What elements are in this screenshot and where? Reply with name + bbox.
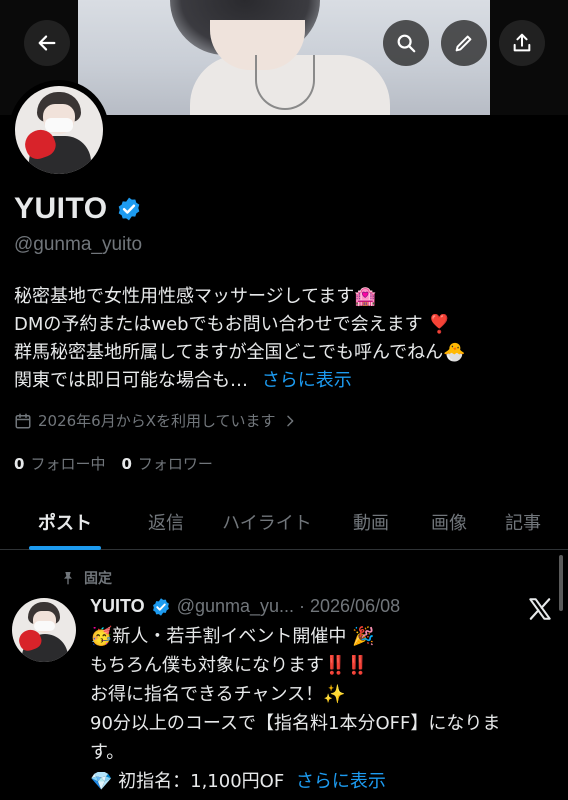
bio-line: 秘密基地で女性用性感マッサージしてます🏩 [14,286,377,307]
avatar [15,86,103,174]
post-show-more-link[interactable]: さらに表示 [296,771,386,792]
post-line: 🥳新人・若手割イベント開催中 🎉 [90,626,375,647]
post-text[interactable]: 🥳新人・若手割イベント開催中 🎉 もちろん僕も対象になります‼️‼️ お得に指名… [90,622,560,796]
tab-videos[interactable]: 動画 [332,494,410,550]
share-button[interactable] [499,20,545,66]
profile-tabs: ポスト 返信 ハイライト 動画 画像 記事 [0,494,568,550]
pinned-label: 固定 [84,571,112,587]
followers-label: フォロワー [137,455,213,473]
joined-date[interactable]: 2026年6月からXを利用しています [14,410,298,431]
joined-text: 2026年6月からXを利用しています [38,412,276,430]
following-count: 0 [14,455,25,473]
pin-icon [64,572,72,585]
banner-photo [78,0,490,115]
verified-badge-icon [152,597,169,616]
edit-button[interactable] [441,20,487,66]
bio-line: 群馬秘密基地所属してますが全国どこでも呼んでねん🐣 [14,342,466,363]
calendar-icon [15,413,31,428]
post-line-text: 💎 初指名：1,100円OF [90,771,285,792]
tab-replies[interactable]: 返信 [130,494,202,550]
profile-name: YUITO [14,192,108,225]
post-author-name[interactable]: YUITO [90,596,145,617]
verified-badge-icon[interactable] [116,196,142,222]
tab-articles[interactable]: 記事 [488,494,558,550]
post-line: もちろん僕も対象になります‼️‼️ [90,655,369,676]
following-link[interactable]: 0 フォロー中 [14,453,105,474]
pinned-indicator: 固定 [60,568,112,588]
profile-name-row: YUITO [14,192,142,226]
tab-highlights[interactable]: ハイライト [202,494,332,550]
back-button[interactable] [24,20,70,66]
bio-show-more-link[interactable]: さらに表示 [262,370,352,391]
post-author-avatar[interactable] [12,598,76,662]
tab-images[interactable]: 画像 [410,494,488,550]
post-line: す。 [90,742,125,763]
followers-count: 0 [121,455,132,473]
following-label: フォロー中 [30,455,106,473]
x-logo-icon[interactable] [527,596,553,622]
search-icon [397,34,416,53]
search-button[interactable] [383,20,429,66]
pencil-icon [455,35,472,52]
bio-line-text: 関東では即日可能な場合も… [14,370,248,391]
post-header: YUITO @gunma_yu... · 2026/06/08 [90,596,400,617]
scrollbar[interactable] [559,555,563,611]
tab-posts[interactable]: ポスト [0,494,130,550]
post-line: お得に指名できるチャンス！✨ [90,684,346,705]
bio-line: DMの予約またはwebでもお問い合わせで会えます ❣️ [14,314,451,335]
chevron-right-icon [286,415,293,426]
followers-link[interactable]: 0 フォロワー [121,453,212,474]
post-line: 💎 初指名：1,100円OF さらに表示 [90,767,560,796]
profile-bio: 秘密基地で女性用性感マッサージしてます🏩 DMの予約またはwebでもお問い合わせ… [14,283,559,395]
profile-avatar[interactable] [9,80,109,180]
share-icon [513,33,531,52]
post-handle-date: @gunma_yu... · 2026/06/08 [176,596,401,616]
post-line: 90分以上のコースで【指名料1本分OFF】になりま [90,713,501,734]
bio-line: 関東では即日可能な場合も… さらに表示 [14,367,559,395]
follow-stats: 0 フォロー中 0 フォロワー [14,453,213,474]
arrow-left-icon [38,35,56,51]
profile-handle: @gunma_yuito [14,234,143,255]
